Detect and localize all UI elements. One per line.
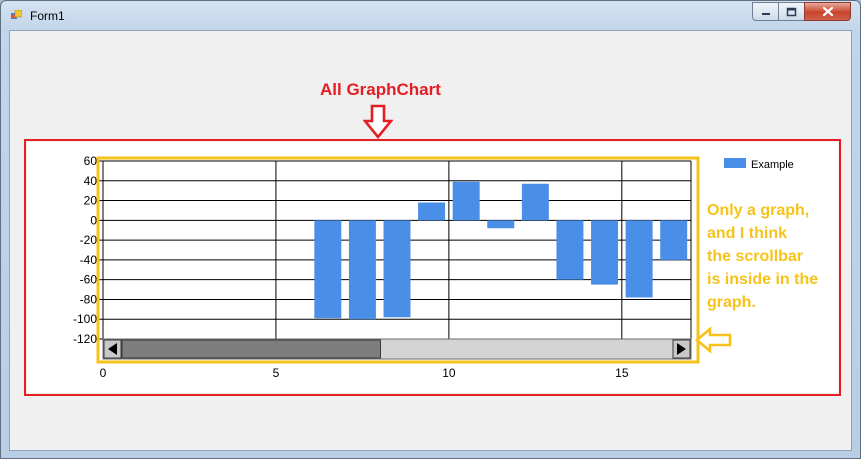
maximize-button[interactable]: [778, 2, 805, 21]
y-tick-label: 20: [84, 194, 98, 208]
y-tick-label: -20: [80, 233, 98, 247]
bar-15: [591, 220, 619, 285]
bar-16: [625, 220, 653, 298]
bar-12: [487, 220, 515, 229]
bar-8: [348, 220, 376, 320]
y-tick-label: -60: [80, 273, 98, 287]
title-bar[interactable]: Form1: [1, 1, 860, 29]
annotation-only-a-graph: Only a graph, and I think the scrollbar …: [707, 202, 819, 311]
down-arrow-icon: [363, 104, 393, 140]
annotation-all-graphchart: All GraphChart: [320, 80, 441, 99]
x-tick-label: 0: [100, 366, 107, 380]
legend-label: Example: [751, 159, 794, 171]
window-title: Form1: [30, 9, 65, 23]
legend-swatch: [724, 158, 746, 168]
maximize-icon: [786, 7, 797, 16]
y-tick-label: -80: [80, 292, 98, 306]
close-button[interactable]: [804, 2, 851, 21]
bar-13: [521, 183, 549, 221]
bar-10: [418, 202, 446, 221]
y-tick-label: -40: [80, 253, 98, 267]
bar-9: [383, 220, 411, 318]
y-tick-label: 60: [84, 154, 98, 168]
bar-14: [556, 220, 584, 280]
y-tick-label: 40: [84, 174, 98, 188]
x-tick-label: 15: [615, 366, 629, 380]
x-tick-label: 10: [442, 366, 456, 380]
app-icon: [11, 10, 22, 19]
y-tick-label: 0: [90, 213, 97, 227]
y-tick-label: -100: [73, 312, 97, 326]
bar-11: [452, 181, 480, 221]
scrollbar-thumb[interactable]: [121, 339, 381, 359]
minimize-button[interactable]: [752, 2, 779, 21]
left-arrow-icon: [695, 327, 732, 353]
close-icon: [822, 6, 833, 17]
bar-7: [314, 220, 342, 319]
y-tick-label: -120: [73, 332, 97, 346]
minimize-icon: [761, 12, 770, 15]
bar-17: [660, 220, 688, 260]
x-tick-label: 5: [273, 366, 280, 380]
